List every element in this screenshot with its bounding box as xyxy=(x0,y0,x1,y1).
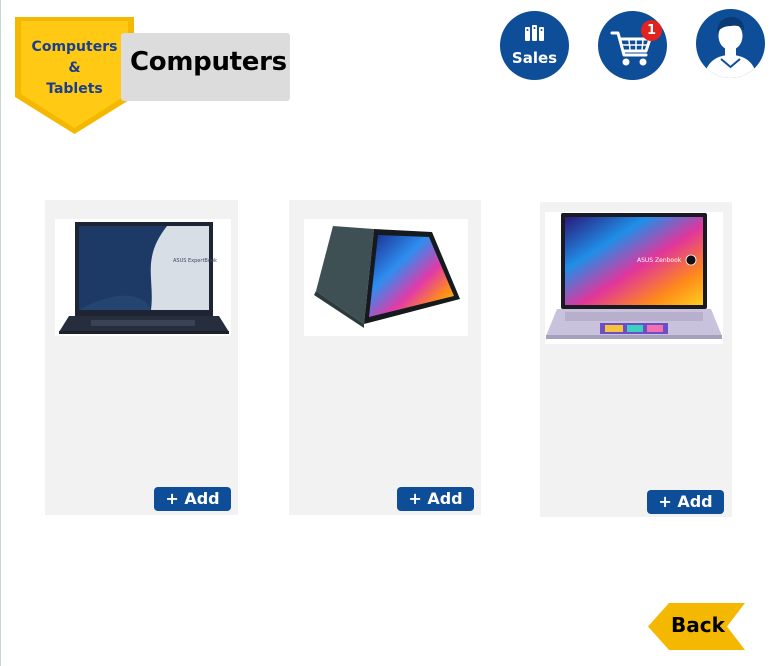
add-to-cart-button[interactable]: + Add xyxy=(397,487,474,511)
page-title: Computers xyxy=(130,47,287,77)
product-image[interactable] xyxy=(304,219,468,336)
cart-count-badge: 1 xyxy=(641,20,662,41)
screen-brand-text: ASUS ExpertBook xyxy=(173,258,217,264)
product-card: ASUS ExpertBook + Add xyxy=(45,200,238,515)
product-card: ASUS Zenbook + Add xyxy=(540,202,732,517)
laptop-image: ASUS ExpertBook xyxy=(59,222,229,334)
product-card: + Add xyxy=(289,200,481,515)
product-image[interactable]: ASUS Zenbook xyxy=(545,212,723,344)
product-image[interactable]: ASUS ExpertBook xyxy=(55,219,231,336)
laptop-image: ASUS Zenbook xyxy=(546,213,722,339)
category-badge: Computers & Tablets xyxy=(15,17,134,135)
category-badge-label: Computers & Tablets xyxy=(31,39,118,97)
profile-button[interactable] xyxy=(696,9,765,78)
back-button[interactable]: Back xyxy=(648,603,745,650)
add-to-cart-button[interactable]: + Add xyxy=(647,490,724,514)
price-tags-icon xyxy=(525,25,544,41)
user-avatar-icon xyxy=(704,17,757,78)
add-to-cart-button[interactable]: + Add xyxy=(154,487,231,511)
sales-label: Sales xyxy=(511,49,558,67)
back-label: Back xyxy=(671,613,725,637)
sales-button[interactable]: Sales xyxy=(500,11,569,80)
screen-brand-text: ASUS Zenbook xyxy=(637,257,682,264)
laptop-image xyxy=(314,226,460,328)
